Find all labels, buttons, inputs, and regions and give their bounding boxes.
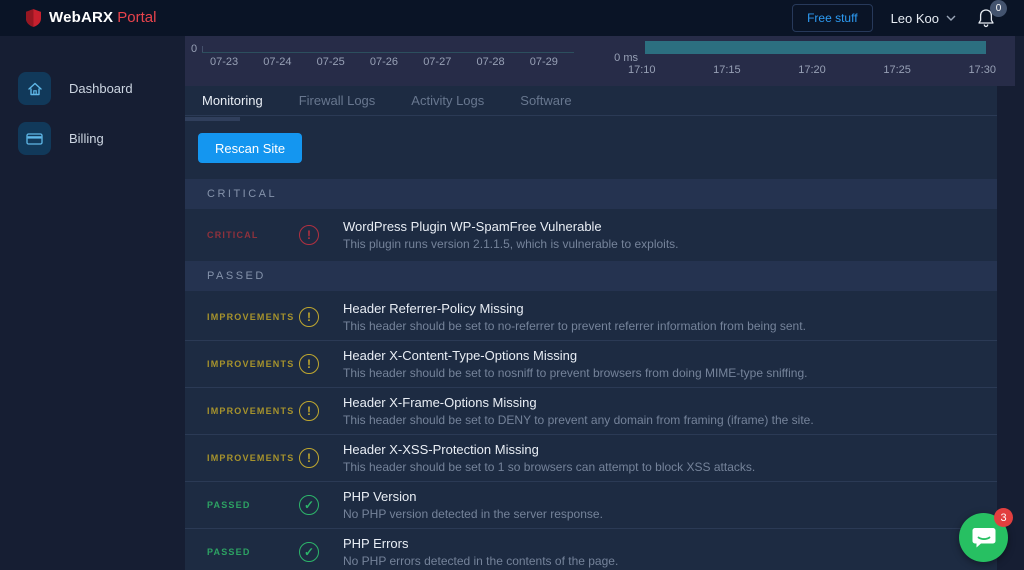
exclamation-circle-icon: ! <box>299 354 319 374</box>
finding-text: Header X-Content-Type-Options Missing Th… <box>343 348 807 380</box>
tab-software[interactable]: Software <box>520 93 571 108</box>
finding-description: This header should be set to 1 so browse… <box>343 460 755 474</box>
tab-monitoring[interactable]: Monitoring <box>202 93 263 108</box>
chat-launcher-button[interactable]: 3 <box>959 513 1008 562</box>
axis-tick-label: 17:15 <box>713 64 741 76</box>
severity-label: IMPROVEMENTS <box>207 453 299 463</box>
brand-name: WebARX <box>49 9 113 26</box>
tab-activity-logs[interactable]: Activity Logs <box>411 93 484 108</box>
rescan-site-button[interactable]: Rescan Site <box>198 133 302 163</box>
severity-label: PASSED <box>207 547 299 557</box>
axis-tick-label: 17:20 <box>798 64 826 76</box>
uptime-x-axis: 07-23 07-24 07-25 07-26 07-27 07-28 07-29 <box>210 56 558 68</box>
finding-row[interactable]: IMPROVEMENTS ! Header Referrer-Policy Mi… <box>185 293 997 340</box>
finding-row[interactable]: PASSED ✓ PHP Errors No PHP errors detect… <box>185 528 997 570</box>
finding-description: This header should be set to nosniff to … <box>343 366 807 380</box>
response-time-area <box>645 41 986 54</box>
tab-firewall-logs[interactable]: Firewall Logs <box>299 93 376 108</box>
finding-row[interactable]: IMPROVEMENTS ! Header X-XSS-Protection M… <box>185 434 997 481</box>
axis-tick-label: 17:10 <box>628 64 656 76</box>
chat-unread-badge: 3 <box>994 508 1013 527</box>
tab-bar: Monitoring Firewall Logs Activity Logs S… <box>185 86 997 116</box>
sidebar-item-billing[interactable]: Billing <box>18 122 185 155</box>
axis-tick-label: 07-25 <box>317 56 345 68</box>
finding-row[interactable]: IMPROVEMENTS ! Header X-Frame-Options Mi… <box>185 387 997 434</box>
axis-tick-label: 07-29 <box>530 56 558 68</box>
chevron-down-icon <box>946 15 956 21</box>
severity-label: PASSED <box>207 500 299 510</box>
chat-bubble-icon <box>972 527 996 549</box>
response-y-axis-label: 0 ms <box>583 52 638 64</box>
main-panel: Monitoring Firewall Logs Activity Logs S… <box>185 86 997 570</box>
check-circle-icon: ✓ <box>299 495 319 515</box>
sidebar-item-dashboard[interactable]: Dashboard <box>18 72 185 105</box>
finding-row[interactable]: IMPROVEMENTS ! Header X-Content-Type-Opt… <box>185 340 997 387</box>
check-circle-icon: ✓ <box>299 542 319 562</box>
finding-title: Header X-XSS-Protection Missing <box>343 442 755 457</box>
exclamation-circle-icon: ! <box>299 225 319 245</box>
severity-label: IMPROVEMENTS <box>207 359 299 369</box>
severity-label: IMPROVEMENTS <box>207 312 299 322</box>
finding-title: Header X-Content-Type-Options Missing <box>343 348 807 363</box>
finding-text: PHP Errors No PHP errors detected in the… <box>343 536 618 568</box>
response-x-axis: 17:10 17:15 17:20 17:25 17:30 <box>628 64 996 76</box>
finding-title: PHP Errors <box>343 536 618 551</box>
brand-suffix: Portal <box>117 9 156 26</box>
finding-title: PHP Version <box>343 489 603 504</box>
findings-section: CRITICAL CRITICAL ! WordPress Plugin WP-… <box>185 179 997 258</box>
notification-count-badge: 0 <box>990 0 1007 17</box>
sidebar-nav: Dashboard Billing <box>0 36 185 570</box>
findings-section: PASSED IMPROVEMENTS ! Header Referrer-Po… <box>185 261 997 570</box>
user-menu[interactable]: Leo Koo <box>891 11 956 26</box>
user-name: Leo Koo <box>891 11 939 26</box>
finding-title: WordPress Plugin WP-SpamFree Vulnerable <box>343 219 679 234</box>
finding-title: Header X-Frame-Options Missing <box>343 395 814 410</box>
sidebar-item-label: Billing <box>69 131 104 146</box>
section-header: CRITICAL <box>185 179 997 209</box>
home-icon <box>18 72 51 105</box>
notification-bell[interactable]: 0 <box>976 7 998 29</box>
uptime-y-axis-label: 0 <box>191 43 197 55</box>
axis-tick-label: 07-23 <box>210 56 238 68</box>
exclamation-circle-icon: ! <box>299 448 319 468</box>
finding-text: WordPress Plugin WP-SpamFree Vulnerable … <box>343 219 679 251</box>
horizontal-scrollbar-thumb[interactable] <box>185 117 240 121</box>
brand-logo[interactable]: WebARXPortal <box>26 9 156 27</box>
axis-tick-label: 07-27 <box>423 56 451 68</box>
exclamation-circle-icon: ! <box>299 401 319 421</box>
sidebar-item-label: Dashboard <box>69 81 133 96</box>
finding-row[interactable]: CRITICAL ! WordPress Plugin WP-SpamFree … <box>185 211 997 258</box>
finding-text: PHP Version No PHP version detected in t… <box>343 489 603 521</box>
axis-tick-label: 17:25 <box>883 64 911 76</box>
finding-row[interactable]: PASSED ✓ PHP Version No PHP version dete… <box>185 481 997 528</box>
finding-text: Header X-Frame-Options Missing This head… <box>343 395 814 427</box>
axis-tick-label: 07-26 <box>370 56 398 68</box>
free-stuff-button[interactable]: Free stuff <box>792 4 872 32</box>
findings-list: CRITICAL CRITICAL ! WordPress Plugin WP-… <box>185 179 997 570</box>
finding-description: This header should be set to DENY to pre… <box>343 413 814 427</box>
finding-text: Header X-XSS-Protection Missing This hea… <box>343 442 755 474</box>
finding-description: No PHP version detected in the server re… <box>343 507 603 521</box>
section-header: PASSED <box>185 261 997 291</box>
finding-title: Header Referrer-Policy Missing <box>343 301 806 316</box>
uptime-flat-line <box>202 52 574 53</box>
axis-tick-label: 07-28 <box>476 56 504 68</box>
finding-text: Header Referrer-Policy Missing This head… <box>343 301 806 333</box>
charts-strip: 0 07-23 07-24 07-25 07-26 07-27 07-28 07-29 0 … <box>185 36 1015 86</box>
credit-card-icon <box>18 122 51 155</box>
shield-logo-icon <box>26 9 41 27</box>
finding-description: This header should be set to no-referrer… <box>343 319 806 333</box>
finding-description: No PHP errors detected in the contents o… <box>343 554 618 568</box>
section-rows: IMPROVEMENTS ! Header Referrer-Policy Mi… <box>185 293 997 570</box>
severity-label: IMPROVEMENTS <box>207 406 299 416</box>
section-rows: CRITICAL ! WordPress Plugin WP-SpamFree … <box>185 211 997 258</box>
finding-description: This plugin runs version 2.1.1.5, which … <box>343 237 679 251</box>
axis-tick-label: 17:30 <box>968 64 996 76</box>
exclamation-circle-icon: ! <box>299 307 319 327</box>
top-navbar: WebARXPortal Free stuff Leo Koo 0 <box>0 0 1024 36</box>
severity-label: CRITICAL <box>207 230 299 240</box>
axis-tick-label: 07-24 <box>263 56 291 68</box>
